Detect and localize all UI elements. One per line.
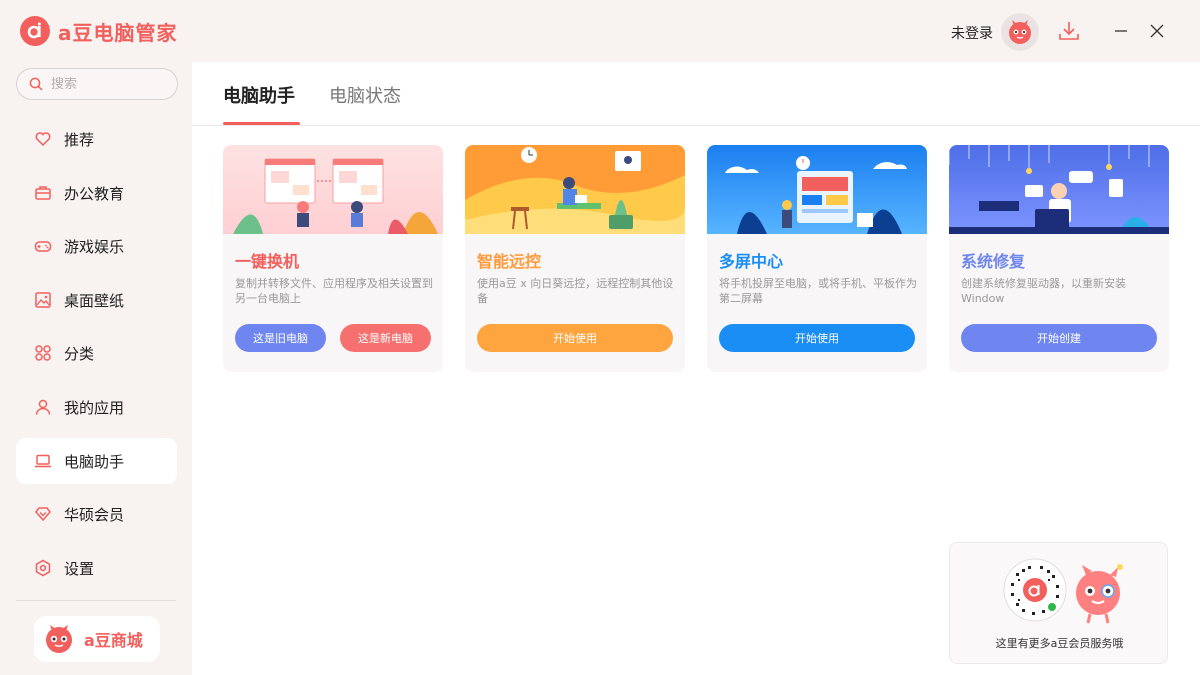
- qr-code-icon: [1003, 558, 1067, 622]
- card-title: 多屏中心: [719, 252, 784, 271]
- remote-control-illustration: [465, 145, 685, 234]
- grid-icon: [34, 344, 52, 362]
- sidebar-item-label: 桌面壁纸: [64, 291, 125, 310]
- card-system-repair: 系统修复 创建系统修复驱动器，以重新安装Window 开始创建: [949, 145, 1169, 372]
- card-remote-control: 智能远控 使用a豆 x 向日葵远控，远程控制其他设备 开始使用: [465, 145, 685, 372]
- sidebar-item-label: 华硕会员: [64, 505, 125, 524]
- active-tab-indicator: [223, 122, 300, 125]
- migration-illustration: [223, 145, 443, 234]
- close-icon[interactable]: [1146, 20, 1168, 42]
- search-input[interactable]: [51, 76, 161, 92]
- multi-screen-start-button[interactable]: 开始使用: [719, 324, 915, 352]
- card-device-migration: 一键换机 复制并转移文件、应用程序及相关设置到另一台电脑上 这是旧电脑 这是新电…: [223, 145, 443, 372]
- card-description: 创建系统修复驱动器，以重新安装Window: [961, 277, 1126, 305]
- sidebar-item-pc-assistant[interactable]: 电脑助手: [16, 438, 177, 484]
- mascot-icon: [1076, 564, 1123, 624]
- title-bar: a豆电脑管家 未登录: [0, 0, 1200, 62]
- app-logo-icon: [20, 16, 50, 46]
- search-icon: [29, 77, 43, 91]
- tab-pc-status[interactable]: 电脑状态: [329, 82, 401, 108]
- sidebar-item-label: 设置: [64, 559, 95, 578]
- mascot-icon: [46, 625, 72, 653]
- card-description: 复制并转移文件、应用程序及相关设置到另一台电脑上: [235, 277, 433, 305]
- card-description: 将手机投屏至电脑，或将手机、平板作为第二屏幕: [719, 277, 917, 305]
- multi-screen-illustration: [707, 145, 927, 234]
- sidebar-item-label: 分类: [64, 344, 95, 363]
- app-title: a豆电脑管家: [58, 20, 178, 45]
- remote-start-button[interactable]: 开始使用: [477, 324, 673, 352]
- sidebar-item-settings[interactable]: 设置: [16, 545, 177, 591]
- sidebar-item-label: 我的应用: [64, 398, 125, 417]
- sidebar-item-wallpaper[interactable]: 桌面壁纸: [16, 277, 177, 323]
- gear-icon: [34, 559, 52, 577]
- tab-pc-assistant[interactable]: 电脑助手: [223, 82, 295, 108]
- sidebar-item-category[interactable]: 分类: [16, 330, 177, 376]
- diamond-icon: [34, 505, 52, 523]
- sidebar-item-label: 办公教育: [64, 184, 125, 203]
- shop-label: a豆商城: [84, 631, 143, 650]
- repair-create-button[interactable]: 开始创建: [961, 324, 1157, 352]
- new-pc-button[interactable]: 这是新电脑: [340, 324, 431, 352]
- card-description: 使用a豆 x 向日葵远控，远程控制其他设备: [477, 277, 674, 305]
- sidebar-item-asus-member[interactable]: 华硕会员: [16, 491, 177, 537]
- shop-button[interactable]: a豆商城: [34, 616, 160, 662]
- sidebar-item-recommend[interactable]: 推荐: [16, 116, 177, 162]
- heart-icon: [34, 130, 52, 148]
- sidebar-item-my-apps[interactable]: 我的应用: [16, 384, 177, 430]
- sidebar: 推荐 办公教育 游戏娱乐 桌面壁纸 分类 我的应用 电脑助手 华硕会员 设置: [0, 62, 192, 675]
- system-repair-illustration: [949, 145, 1169, 234]
- card-multi-screen: 多屏中心 将手机投屏至电脑，或将手机、平板作为第二屏幕 开始使用: [707, 145, 927, 372]
- avatar[interactable]: [1001, 13, 1039, 51]
- sidebar-divider: [16, 600, 176, 601]
- tab-bar: 电脑助手 电脑状态: [192, 62, 1200, 126]
- sidebar-item-label: 游戏娱乐: [64, 237, 125, 256]
- sidebar-item-office-education[interactable]: 办公教育: [16, 170, 177, 216]
- laptop-icon: [34, 452, 52, 470]
- member-promo-panel[interactable]: 这里有更多a豆会员服务哦: [949, 542, 1168, 664]
- old-pc-button[interactable]: 这是旧电脑: [235, 324, 326, 352]
- sidebar-item-games[interactable]: 游戏娱乐: [16, 223, 177, 269]
- minimize-icon[interactable]: [1110, 20, 1132, 42]
- card-title: 一键换机: [235, 252, 300, 271]
- login-status-link[interactable]: 未登录: [951, 23, 993, 43]
- search-box[interactable]: [16, 68, 178, 100]
- promo-text: 这里有更多a豆会员服务哦: [995, 637, 1124, 650]
- image-icon: [34, 291, 52, 309]
- card-title: 系统修复: [961, 252, 1026, 271]
- user-icon: [34, 398, 52, 416]
- briefcase-icon: [34, 184, 52, 202]
- download-icon[interactable]: [1058, 20, 1080, 42]
- card-title: 智能远控: [477, 252, 542, 271]
- sidebar-item-label: 推荐: [64, 130, 95, 149]
- mascot-icon: [1009, 20, 1031, 44]
- sidebar-item-label: 电脑助手: [64, 452, 125, 471]
- app-logo: a豆电脑管家: [20, 16, 178, 46]
- gamepad-icon: [34, 237, 52, 255]
